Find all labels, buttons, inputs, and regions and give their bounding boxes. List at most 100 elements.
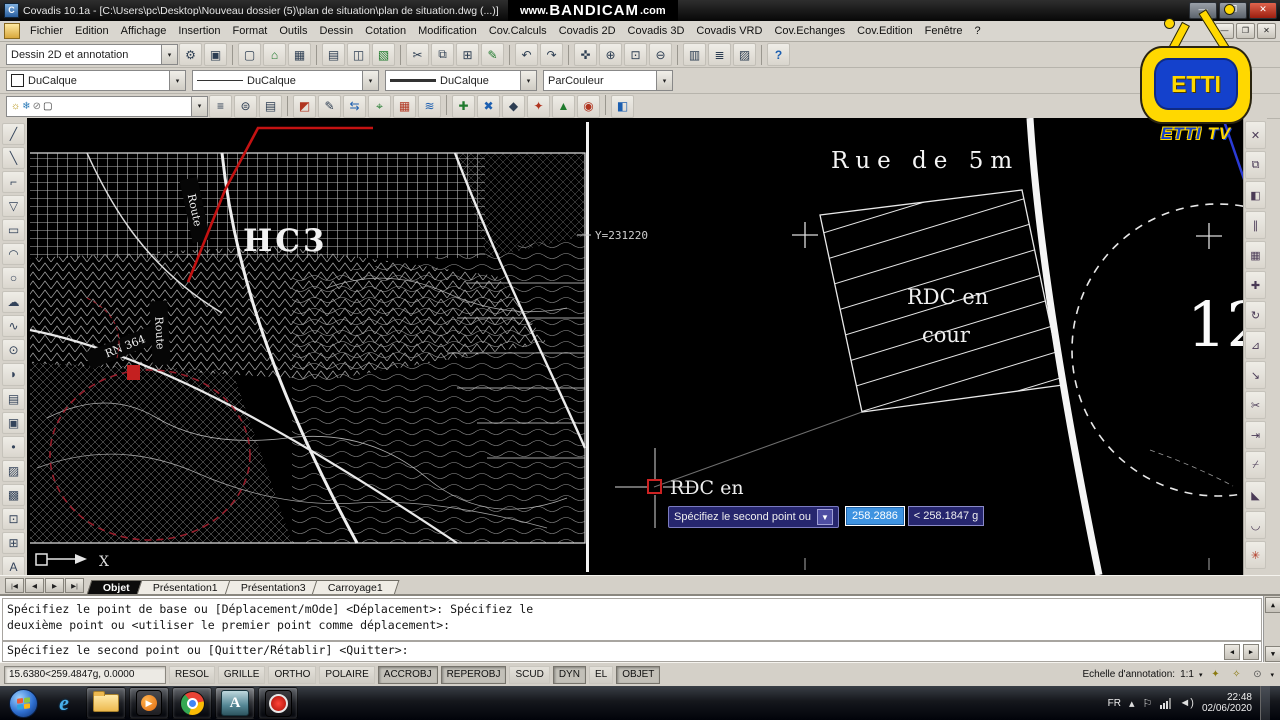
- drawing-canvas[interactable]: RN 364 Route Route HC3 Rue de 5m Y=23122…: [27, 118, 1243, 575]
- line-icon[interactable]: ╱: [2, 123, 25, 146]
- covadis-tool-icon[interactable]: ◧: [611, 94, 634, 118]
- menu-fichier[interactable]: Fichier: [24, 23, 69, 39]
- network-icon[interactable]: [1160, 697, 1172, 709]
- taskbar-media-player[interactable]: ▶: [129, 687, 169, 719]
- covadis-tool-icon[interactable]: ▲: [552, 94, 575, 118]
- layer-combo[interactable]: DuCalque ▾: [6, 70, 186, 91]
- menu-dessin[interactable]: Dessin: [314, 23, 360, 39]
- covadis-tool-icon[interactable]: ⌖: [368, 94, 391, 118]
- angle-input[interactable]: < 258.1847 g: [908, 506, 984, 526]
- mdi-close-button[interactable]: ✕: [1257, 23, 1276, 39]
- annotation-autoscale-icon[interactable]: ✧: [1228, 667, 1244, 683]
- menu-covadis-2d[interactable]: Covadis 2D: [553, 23, 622, 39]
- publish-icon[interactable]: ▧: [372, 43, 395, 66]
- command-input[interactable]: Spécifiez le second point ou [Quitter/Ré…: [2, 640, 1262, 662]
- help-icon[interactable]: ?: [767, 43, 790, 66]
- covadis-tool-icon[interactable]: ✦: [527, 94, 550, 118]
- zoom-previous-icon[interactable]: ⊖: [649, 43, 672, 66]
- menu-cotation[interactable]: Cotation: [359, 23, 412, 39]
- covadis-tool-icon[interactable]: ▦: [393, 94, 416, 118]
- scroll-right-icon[interactable]: ▶: [1243, 644, 1259, 660]
- array-icon[interactable]: ▦: [1245, 241, 1266, 269]
- mirror-icon[interactable]: ◧: [1245, 181, 1266, 209]
- menu-cov-calculs[interactable]: Cov.Calculs: [483, 23, 553, 39]
- plotstyle-combo[interactable]: ParCouleur ▾: [543, 70, 673, 91]
- new-file-icon[interactable]: ▢: [238, 43, 261, 66]
- rotate-icon[interactable]: ↻: [1245, 301, 1266, 329]
- annotation-visibility-icon[interactable]: ✦: [1207, 667, 1223, 683]
- workspace-lock-icon[interactable]: ⊙: [1249, 667, 1265, 683]
- tab-carroyage1[interactable]: Carroyage1: [312, 580, 400, 595]
- scroll-down-icon[interactable]: ▼: [1265, 646, 1280, 662]
- rectangle-icon[interactable]: ▭: [2, 219, 25, 242]
- workspace-switch-icon[interactable]: ▣: [204, 43, 227, 66]
- covadis-tool-icon[interactable]: ⇆: [343, 94, 366, 118]
- designcenter-icon[interactable]: ≣: [708, 43, 731, 66]
- insert-block-icon[interactable]: ▤: [2, 387, 25, 410]
- menu-cov-edition[interactable]: Cov.Edition: [851, 23, 918, 39]
- toggle-resol[interactable]: RESOL: [169, 665, 215, 684]
- chevron-down-icon[interactable]: ▾: [520, 71, 536, 90]
- menu-covadis-3d[interactable]: Covadis 3D: [622, 23, 691, 39]
- layer-state-combo[interactable]: ☼ ❄ ⊘ ▢ ▾: [6, 95, 208, 117]
- create-block-icon[interactable]: ▣: [2, 411, 25, 434]
- undo-icon[interactable]: ↶: [515, 43, 538, 66]
- arc-icon[interactable]: ◠: [2, 243, 25, 266]
- taskbar-bandicam[interactable]: [258, 687, 298, 719]
- offset-icon[interactable]: ∥: [1245, 211, 1266, 239]
- spline-icon[interactable]: ∿: [2, 315, 25, 338]
- covadis-tool-icon[interactable]: ◉: [577, 94, 600, 118]
- workspace-combo[interactable]: Dessin 2D et annotation ▾: [6, 44, 178, 65]
- properties-icon[interactable]: ▥: [683, 43, 706, 66]
- point-icon[interactable]: •: [2, 435, 25, 458]
- trim-icon[interactable]: ✂: [1245, 391, 1266, 419]
- toggle-grille[interactable]: GRILLE: [217, 665, 266, 684]
- explode-icon[interactable]: ✳: [1245, 541, 1266, 569]
- zoom-realtime-icon[interactable]: ⊕: [599, 43, 622, 66]
- last-tab-button[interactable]: ▶|: [65, 578, 84, 593]
- revision-cloud-icon[interactable]: ☁: [2, 291, 25, 314]
- menu-outils[interactable]: Outils: [273, 23, 313, 39]
- chevron-down-icon[interactable]: ▾: [362, 71, 378, 90]
- tab-presentation1[interactable]: Présentation1: [136, 580, 235, 595]
- first-tab-button[interactable]: |◀: [5, 578, 24, 593]
- chamfer-icon[interactable]: ◣: [1245, 481, 1266, 509]
- chevron-down-icon[interactable]: ▾: [1199, 671, 1203, 679]
- lineweight-combo[interactable]: DuCalque ▾: [385, 70, 537, 91]
- cut-icon[interactable]: ✂: [406, 43, 429, 66]
- distance-input[interactable]: 258.2886: [845, 506, 905, 526]
- tray-expand-icon[interactable]: ▴: [1129, 697, 1135, 710]
- plot-preview-icon[interactable]: ◫: [347, 43, 370, 66]
- language-indicator[interactable]: FR: [1108, 698, 1121, 709]
- scale-icon[interactable]: ⊿: [1245, 331, 1266, 359]
- tool-palettes-icon[interactable]: ▨: [733, 43, 756, 66]
- ellipse-icon[interactable]: ⊙: [2, 339, 25, 362]
- table-icon[interactable]: ⊞: [2, 531, 25, 554]
- tray-clock[interactable]: 22:48 02/06/2020: [1202, 692, 1252, 714]
- move-icon[interactable]: ✚: [1245, 271, 1266, 299]
- open-folder-icon[interactable]: ⌂: [263, 43, 286, 66]
- scroll-left-icon[interactable]: ◀: [1224, 644, 1240, 660]
- zoom-window-icon[interactable]: ⊡: [624, 43, 647, 66]
- toggle-polaire[interactable]: POLAIRE: [319, 665, 375, 684]
- fillet-icon[interactable]: ◡: [1245, 511, 1266, 539]
- menu-format[interactable]: Format: [227, 23, 274, 39]
- polyline-icon[interactable]: ⌐: [2, 171, 25, 194]
- menu-help[interactable]: ?: [969, 23, 987, 39]
- match-properties-icon[interactable]: ✎: [481, 43, 504, 66]
- menu-edition[interactable]: Edition: [69, 23, 115, 39]
- chevron-down-icon[interactable]: ▾: [169, 71, 185, 90]
- toggle-scud[interactable]: SCUD: [509, 665, 550, 684]
- toggle-objet[interactable]: OBJET: [616, 665, 661, 684]
- toggle-accrobj[interactable]: ACCROBJ: [377, 665, 438, 684]
- toggle-dyn[interactable]: DYN: [552, 665, 586, 684]
- start-button[interactable]: [4, 688, 42, 718]
- action-center-flag-icon[interactable]: ⚐: [1143, 697, 1153, 710]
- taskbar-chrome[interactable]: [172, 687, 212, 719]
- redo-icon[interactable]: ↷: [540, 43, 563, 66]
- gradient-icon[interactable]: ▩: [2, 483, 25, 506]
- paste-icon[interactable]: ⊞: [456, 43, 479, 66]
- polygon-icon[interactable]: ▽: [2, 195, 25, 218]
- stretch-icon[interactable]: ↘: [1245, 361, 1266, 389]
- taskbar-internet-explorer[interactable]: e: [45, 688, 83, 718]
